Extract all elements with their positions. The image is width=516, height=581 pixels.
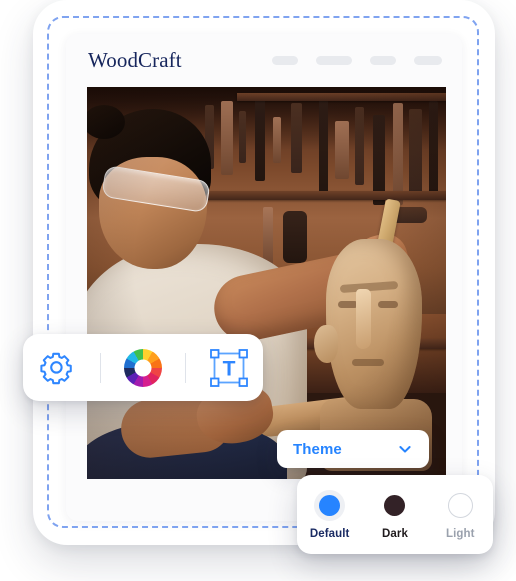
theme-swatch-light xyxy=(445,490,476,521)
swatch-dot xyxy=(384,494,406,516)
color-wheel-icon xyxy=(123,348,162,387)
svg-text:T: T xyxy=(222,357,235,380)
theme-swatch-dark xyxy=(379,490,410,521)
swatch-dot xyxy=(447,492,473,518)
editor-toolbar: T xyxy=(23,334,263,401)
theme-option-label: Default xyxy=(309,527,350,540)
swatch-dot xyxy=(319,494,341,516)
chevron-down-icon xyxy=(397,441,413,457)
theme-options-panel: Default Dark Light xyxy=(297,475,493,554)
color-picker-button[interactable] xyxy=(117,344,169,392)
theme-option-default[interactable]: Default xyxy=(302,489,358,540)
theme-dropdown[interactable]: Theme xyxy=(277,430,429,468)
theme-dropdown-label: Theme xyxy=(293,440,342,458)
toolbar-divider xyxy=(99,352,101,383)
theme-swatch-default xyxy=(314,489,346,521)
toolbar-divider xyxy=(185,352,187,383)
text-tool-icon: T xyxy=(209,348,248,387)
theme-option-dark[interactable]: Dark xyxy=(367,490,423,540)
gear-icon xyxy=(40,352,72,384)
settings-button[interactable] xyxy=(31,344,83,392)
theme-option-label: Light xyxy=(446,527,475,540)
theme-option-light[interactable]: Light xyxy=(432,490,488,540)
text-tool-button[interactable]: T xyxy=(203,344,255,392)
theme-option-label: Dark xyxy=(381,527,408,540)
